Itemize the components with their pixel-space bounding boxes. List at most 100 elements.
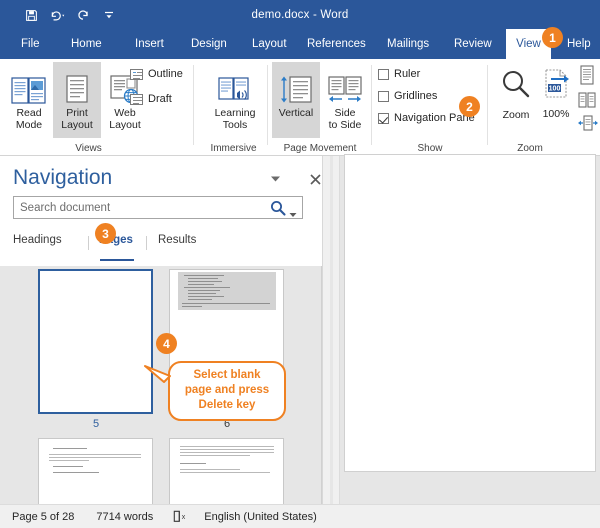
hundred-percent-label: 100% — [543, 108, 570, 120]
read-mode-label: ReadMode — [16, 107, 42, 131]
page-indicator[interactable]: Page 5 of 28 — [12, 511, 74, 523]
magnifier-icon[interactable] — [270, 200, 286, 221]
annotation-badge-3: 3 — [95, 223, 116, 244]
magnifier-icon — [500, 68, 532, 105]
print-layout-button[interactable]: PrintLayout — [53, 62, 101, 138]
pane-splitter[interactable] — [322, 156, 330, 504]
tab-home[interactable]: Home — [62, 29, 111, 59]
callout-line-1: Select blank — [174, 368, 280, 383]
group-separator — [487, 65, 488, 145]
annotation-badge-2: 2 — [459, 96, 480, 117]
window-title: demo.docx - Word — [0, 0, 600, 29]
search-document-box[interactable] — [13, 196, 303, 219]
zoom-group-label: Zoom — [480, 143, 580, 154]
ruler-label: Ruler — [394, 68, 420, 80]
navigation-pane: Navigation top-password.com Headings — [0, 156, 330, 504]
svg-text:x: x — [182, 514, 186, 521]
ribbon-group-immersive: LearningTools Immersive — [196, 59, 271, 156]
tab-references[interactable]: References — [298, 29, 375, 59]
learning-tools-label: LearningTools — [215, 107, 256, 131]
ribbon-tab-strip: File Home Insert Design Layout Reference… — [0, 29, 600, 59]
tab-file[interactable]: File — [12, 29, 49, 59]
ribbon-group-views: ReadMode PrintLayout — [0, 59, 177, 156]
tab-separator — [88, 236, 89, 250]
one-hundred-percent-icon: 100 — [541, 68, 571, 104]
zoom-label: Zoom — [503, 109, 530, 121]
outline-icon — [130, 69, 143, 80]
vertical-button[interactable]: Vertical — [272, 62, 320, 138]
ruler-checkbox[interactable]: Ruler — [378, 68, 420, 80]
ribbon-group-zoom: Zoom 100 100% — [490, 59, 600, 156]
chevron-down-icon[interactable] — [289, 205, 297, 223]
group-separator — [267, 65, 268, 145]
immersive-group-label: Immersive — [196, 143, 271, 154]
document-page[interactable] — [344, 154, 596, 472]
print-layout-icon — [62, 66, 92, 104]
page-7-thumbnail[interactable] — [38, 438, 153, 504]
document-scrollbar[interactable] — [333, 156, 340, 504]
page-8-thumbnail[interactable] — [169, 438, 284, 504]
thumbnail-content — [39, 439, 152, 504]
status-bar: Page 5 of 28 7714 words x English (Unite… — [0, 504, 600, 528]
hundred-percent-button[interactable]: 100 100% — [533, 62, 579, 138]
ribbon: ReadMode PrintLayout — [0, 59, 600, 156]
page-movement-group-label: Page Movement — [270, 143, 370, 154]
one-page-button[interactable] — [578, 65, 598, 85]
read-mode-button[interactable]: ReadMode — [5, 62, 53, 138]
navigation-pane-tabs: Headings Pages Results — [13, 234, 303, 260]
tab-mailings[interactable]: Mailings — [378, 29, 438, 59]
callout-line-2: page and press — [174, 383, 280, 398]
callout-line-3: Delete key — [174, 398, 280, 413]
language-indicator[interactable]: English (United States) — [204, 511, 317, 523]
read-mode-icon — [11, 66, 47, 104]
annotation-badge-4: 4 — [156, 333, 177, 354]
nav-tab-results[interactable]: Results — [158, 234, 196, 258]
print-layout-label: PrintLayout — [61, 107, 93, 131]
ribbon-group-page-movement: Vertical Sideto Side Page Movement — [270, 59, 370, 156]
gridlines-label: Gridlines — [394, 90, 437, 102]
learning-tools-icon — [217, 66, 253, 104]
tab-separator — [146, 236, 147, 250]
search-input[interactable] — [18, 197, 258, 218]
outline-button[interactable]: Outline — [130, 68, 183, 80]
draft-icon — [130, 94, 143, 105]
show-group-label: Show — [374, 143, 486, 154]
web-layout-label: WebLayout — [109, 107, 141, 131]
side-to-side-button[interactable]: Sideto Side — [321, 62, 369, 138]
navigation-pane-checkbox[interactable]: Navigation Pane — [378, 112, 475, 124]
learning-tools-button[interactable]: LearningTools — [209, 62, 261, 138]
workspace: Navigation top-password.com Headings — [0, 156, 600, 504]
checkbox-icon — [378, 91, 389, 102]
group-separator — [193, 65, 194, 145]
thumbnail-content — [178, 272, 276, 310]
pane-options-icon[interactable] — [265, 170, 285, 188]
tab-design[interactable]: Design — [182, 29, 236, 59]
outline-label: Outline — [148, 68, 183, 80]
proofing-errors-icon[interactable]: x — [173, 510, 188, 523]
tab-help[interactable]: Help — [558, 29, 600, 59]
tab-review[interactable]: Review — [445, 29, 501, 59]
checkbox-checked-icon — [378, 113, 389, 124]
title-bar: demo.docx - Word — [0, 0, 600, 29]
document-area[interactable] — [330, 156, 600, 504]
tab-layout[interactable]: Layout — [243, 29, 296, 59]
views-group-label: Views — [0, 143, 177, 154]
draft-label: Draft — [148, 93, 172, 105]
vertical-label: Vertical — [279, 107, 313, 119]
draft-button[interactable]: Draft — [130, 93, 172, 105]
svg-text:100: 100 — [549, 86, 561, 93]
page-5-thumbnail[interactable] — [38, 269, 153, 414]
page-width-button[interactable] — [578, 115, 598, 135]
word-count[interactable]: 7714 words — [96, 511, 153, 523]
checkbox-icon — [378, 69, 389, 80]
vertical-scroll-icon — [278, 66, 314, 104]
side-to-side-icon — [326, 66, 364, 104]
nav-tab-headings[interactable]: Headings — [13, 234, 62, 258]
tab-insert[interactable]: Insert — [126, 29, 173, 59]
thumbnail-content — [170, 439, 283, 504]
word-application-window: demo.docx - Word File Home Insert Design… — [0, 0, 600, 528]
callout-tail — [144, 364, 176, 386]
group-separator — [371, 65, 372, 145]
gridlines-checkbox[interactable]: Gridlines — [378, 90, 437, 102]
multiple-pages-button[interactable] — [578, 91, 598, 111]
